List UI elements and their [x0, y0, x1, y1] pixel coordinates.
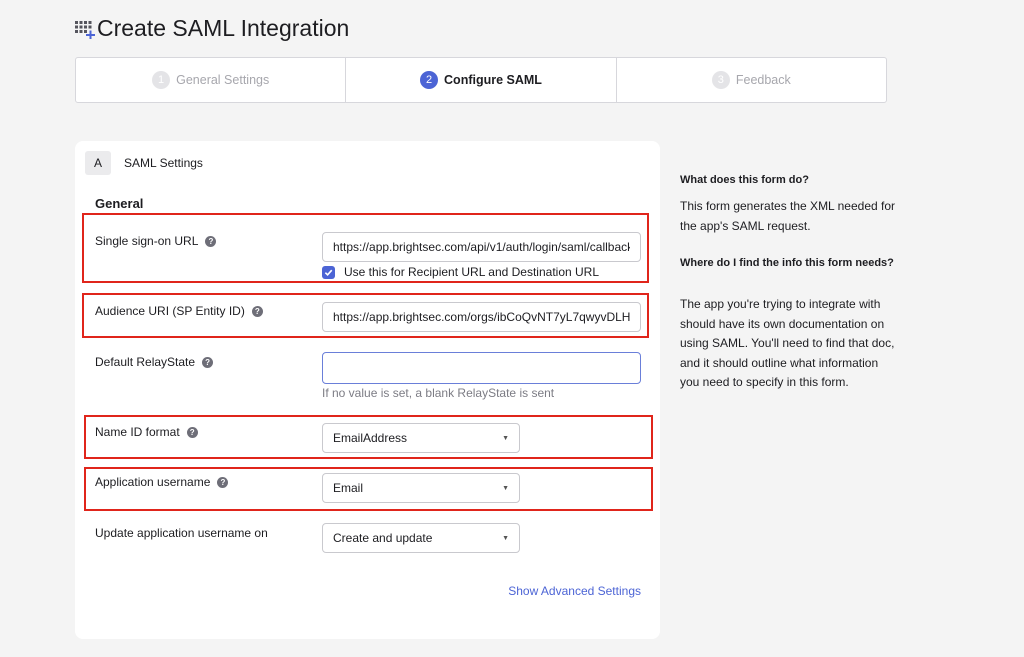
- wizard-stepper: 1 General Settings 2 Configure SAML 3 Fe…: [75, 57, 887, 103]
- grid-plus-icon: [75, 20, 95, 39]
- section-title: General: [95, 196, 144, 211]
- help-question-1: What does this form do?: [680, 174, 809, 186]
- checkbox-label: Use this for Recipient URL and Destinati…: [344, 265, 600, 279]
- help-icon[interactable]: ?: [217, 476, 229, 488]
- step-feedback[interactable]: 3 Feedback: [617, 58, 886, 102]
- caret-down-icon: ▼: [502, 434, 509, 442]
- relay-state-label: Default RelayState ?: [95, 355, 214, 369]
- saml-settings-card: A SAML Settings General Single sign-on U…: [75, 141, 660, 639]
- name-id-format-label: Name ID format ?: [95, 425, 198, 439]
- step-configure-saml[interactable]: 2 Configure SAML: [346, 58, 617, 102]
- caret-down-icon: ▼: [502, 484, 509, 492]
- step-number: 1: [152, 71, 171, 89]
- show-advanced-settings-link[interactable]: Show Advanced Settings: [508, 584, 641, 598]
- help-icon[interactable]: ?: [251, 305, 263, 317]
- help-answer-2: The app you're trying to integrate with …: [680, 297, 895, 390]
- checkbox-checked-icon[interactable]: [322, 265, 335, 279]
- step-label: Feedback: [735, 73, 791, 87]
- help-icon[interactable]: ?: [186, 426, 198, 438]
- step-number: 2: [420, 71, 439, 89]
- recipient-url-checkbox-row[interactable]: Use this for Recipient URL and Destinati…: [322, 265, 599, 279]
- card-badge: A: [85, 151, 111, 175]
- caret-down-icon: ▼: [502, 534, 509, 542]
- help-icon[interactable]: ?: [205, 235, 217, 247]
- step-number: 3: [711, 71, 730, 89]
- help-answer-1: This form generates the XML needed for t…: [680, 199, 896, 233]
- audience-uri-label: Audience URI (SP Entity ID) ?: [95, 304, 263, 318]
- page-title: Create SAML Integration: [75, 15, 349, 42]
- relay-state-hint: If no value is set, a blank RelayState i…: [322, 386, 555, 400]
- step-label: Configure SAML: [444, 73, 542, 87]
- relay-state-input[interactable]: [322, 352, 641, 384]
- sso-url-label: Single sign-on URL ?: [95, 234, 217, 248]
- app-username-select[interactable]: Email ▼: [322, 473, 520, 503]
- audience-uri-input[interactable]: [322, 302, 641, 332]
- sso-url-input[interactable]: [322, 232, 641, 262]
- update-on-select[interactable]: Create and update ▼: [322, 523, 520, 553]
- help-icon[interactable]: ?: [202, 356, 214, 368]
- step-general-settings[interactable]: 1 General Settings: [76, 58, 347, 102]
- step-label: General Settings: [176, 73, 270, 87]
- page-title-text: Create SAML Integration: [97, 15, 350, 41]
- card-title: SAML Settings: [124, 156, 203, 170]
- name-id-format-select[interactable]: EmailAddress ▼: [322, 423, 520, 453]
- help-question-2: Where do I find the info this form needs…: [680, 257, 894, 269]
- card-header: A SAML Settings: [85, 151, 203, 175]
- app-username-label: Application username ?: [95, 475, 229, 489]
- update-on-label: Update application username on: [95, 526, 268, 540]
